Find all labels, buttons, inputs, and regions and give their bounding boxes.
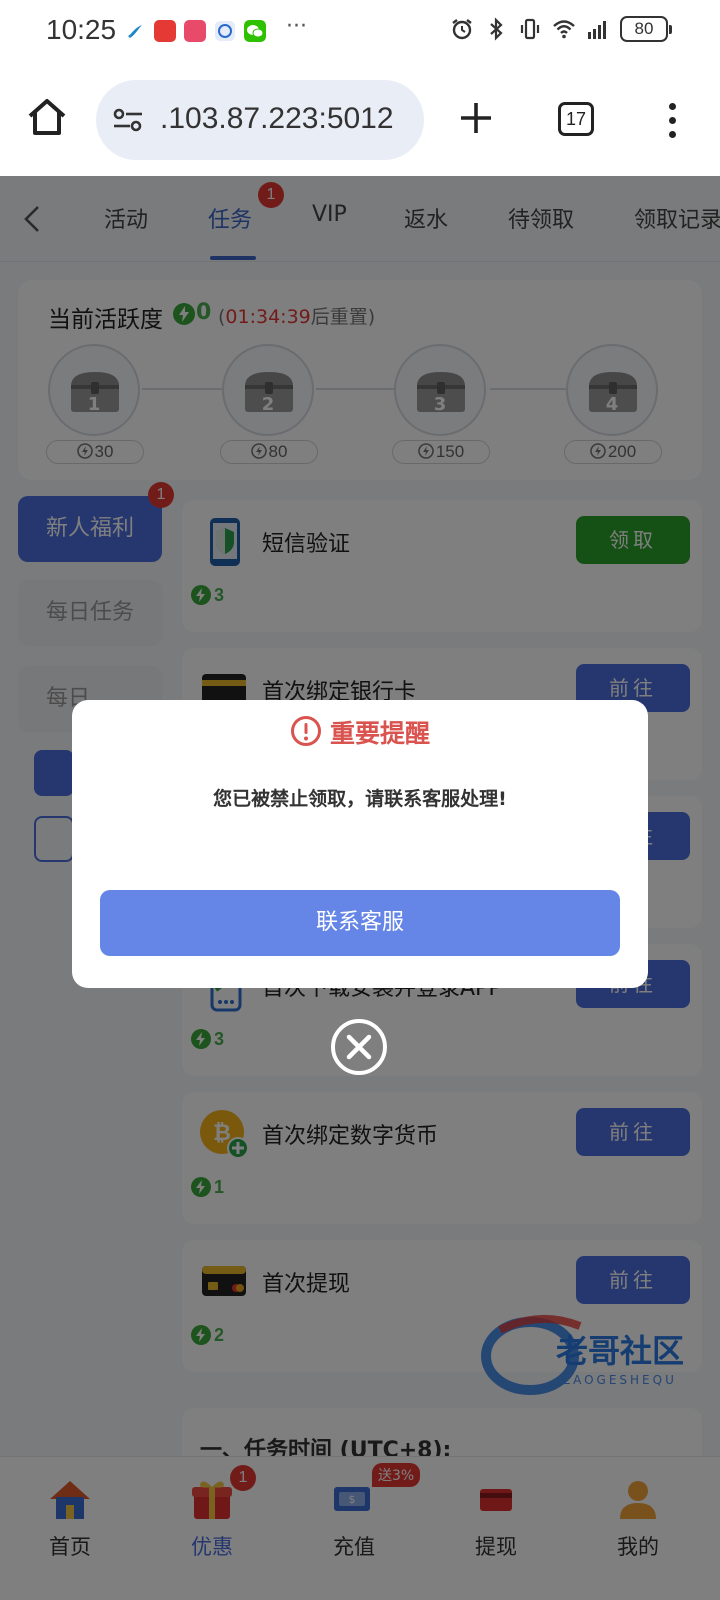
home-icon[interactable] xyxy=(26,96,68,138)
status-indicators: 80 xyxy=(450,16,672,42)
more-notifications: ··· xyxy=(286,14,307,39)
site-settings-icon[interactable] xyxy=(112,106,144,134)
red-app-icon xyxy=(154,20,176,42)
alert-dialog: 重要提醒 您已被禁止领取，请联系客服处理! 联系客服 xyxy=(72,700,648,988)
dialog-title: 重要提醒 xyxy=(329,719,430,748)
dialog-message: 您已被禁止领取，请联系客服处理! xyxy=(213,788,507,810)
dialog-header: 重要提醒 xyxy=(72,714,648,758)
warning-icon xyxy=(290,716,321,746)
pink-app-icon xyxy=(184,20,206,42)
signal-4g-icon xyxy=(588,21,606,39)
notification-icons xyxy=(124,20,266,42)
status-bar: 10:25 ··· 80 xyxy=(0,0,720,64)
tab-switcher-button[interactable]: 17 xyxy=(558,102,594,136)
url-text[interactable]: .103.87.223:5012 xyxy=(160,102,394,136)
more-menu-icon[interactable] xyxy=(662,100,682,140)
status-time: 10:25 xyxy=(46,14,117,45)
new-tab-icon[interactable] xyxy=(458,100,494,136)
shield-app-icon xyxy=(215,21,235,41)
address-bar[interactable]: .103.87.223:5012 xyxy=(96,80,424,160)
alarm-icon xyxy=(452,19,472,40)
bird-app-icon xyxy=(128,25,142,38)
vibrate-icon xyxy=(520,18,540,40)
close-icon[interactable] xyxy=(330,1018,388,1076)
browser-toolbar: .103.87.223:5012 17 xyxy=(0,64,720,176)
wechat-icon xyxy=(244,20,266,42)
battery-indicator: 80 xyxy=(620,16,672,42)
wifi-icon xyxy=(553,20,575,39)
contact-support-button[interactable]: 联系客服 xyxy=(100,890,620,956)
bluetooth-icon xyxy=(490,17,503,41)
